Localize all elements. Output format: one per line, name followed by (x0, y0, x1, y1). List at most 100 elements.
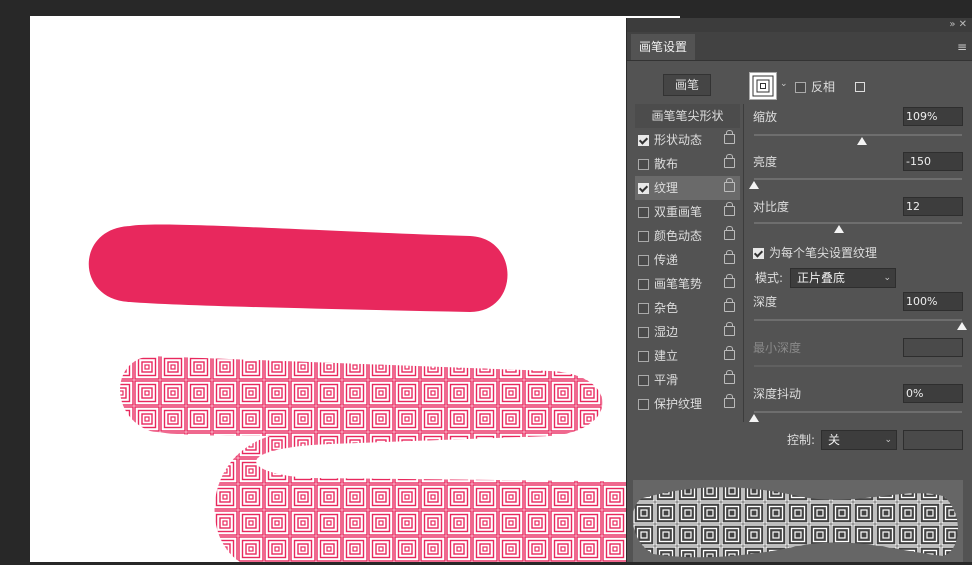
panel-menu-icon[interactable]: ≡ (957, 40, 967, 54)
lock-icon[interactable] (724, 346, 735, 360)
brightness-slider-track[interactable] (754, 178, 962, 180)
option-row[interactable]: 建立 (635, 344, 740, 368)
depth-slider-track[interactable] (754, 319, 962, 321)
scale-slider-thumb[interactable] (857, 137, 868, 145)
option-checkbox[interactable] (638, 255, 649, 266)
option-checkbox[interactable] (638, 399, 649, 410)
option-row[interactable]: 画笔笔势 (635, 272, 740, 296)
panel-collapse-close-icons[interactable]: » ✕ (949, 18, 967, 32)
option-row[interactable]: 颜色动态 (635, 224, 740, 248)
solid-brush-stroke (88, 224, 508, 312)
texture-pattern-icon (752, 75, 774, 97)
brightness-field[interactable]: -150 (903, 152, 963, 171)
lock-icon[interactable] (724, 202, 735, 216)
control-extra-field (903, 430, 963, 450)
depth-jitter-slider-track[interactable] (754, 411, 962, 413)
option-checkbox[interactable] (638, 303, 649, 314)
new-preset-icon[interactable] (855, 82, 865, 92)
lock-icon[interactable] (724, 130, 735, 144)
min-depth-field (903, 338, 963, 357)
textured-brush-stroke (120, 356, 680, 562)
option-checkbox[interactable] (638, 135, 649, 146)
option-row[interactable]: 杂色 (635, 296, 740, 320)
lock-icon[interactable] (724, 370, 735, 384)
texture-swatch[interactable] (749, 72, 777, 100)
texture-picker-chevron-icon[interactable]: ⌄ (780, 79, 788, 89)
option-checkbox[interactable] (638, 231, 649, 242)
contrast-field[interactable]: 12 (903, 197, 963, 216)
scale-label: 缩放 (753, 110, 778, 124)
option-checkbox[interactable] (638, 183, 649, 194)
option-label: 建立 (654, 349, 679, 363)
scale-slider-track[interactable] (754, 134, 962, 136)
depth-jitter-field[interactable]: 0% (903, 384, 963, 403)
document-canvas[interactable] (30, 16, 680, 562)
option-label: 形状动态 (654, 133, 703, 147)
brush-settings-panel: » ✕ 画笔设置 ≡ 画笔 ⌄ 反相 画笔笔尖形状 形状动态散布纹理双重画笔颜色… (626, 18, 972, 562)
texture-each-tip-checkbox[interactable] (753, 248, 764, 259)
min-depth-slider-track (754, 365, 962, 367)
tab-brush-settings[interactable]: 画笔设置 (631, 34, 696, 60)
scale-field[interactable]: 109% (903, 107, 963, 126)
panel-titlebar: » ✕ (627, 18, 972, 32)
option-checkbox[interactable] (638, 375, 649, 386)
panel-tabbar: 画笔设置 ≡ (627, 32, 972, 61)
lock-icon[interactable] (724, 226, 735, 240)
option-checkbox[interactable] (638, 327, 649, 338)
option-label: 散布 (654, 157, 679, 171)
invert-checkbox[interactable] (795, 82, 806, 93)
control-chevron-icon: ⌄ (884, 435, 892, 445)
option-label: 双重画笔 (654, 205, 703, 219)
lock-icon[interactable] (724, 322, 735, 336)
option-checkbox[interactable] (638, 207, 649, 218)
option-row[interactable]: 纹理 (635, 176, 740, 200)
min-depth-label: 最小深度 (753, 341, 802, 355)
mode-chevron-icon: ⌄ (883, 273, 891, 283)
option-label: 画笔笔势 (654, 277, 703, 291)
preview-stroke-graphic (632, 487, 958, 558)
canvas-artwork (88, 224, 680, 562)
brushes-button[interactable]: 画笔 (663, 74, 711, 96)
depth-label: 深度 (753, 295, 778, 309)
depth-field[interactable]: 100% (903, 292, 963, 311)
divider (743, 104, 744, 422)
option-label: 传递 (654, 253, 679, 267)
option-label: 保护纹理 (654, 397, 703, 411)
option-row[interactable]: 保护纹理 (635, 392, 740, 416)
option-row[interactable]: 形状动态 (635, 128, 740, 152)
option-checkbox[interactable] (638, 351, 649, 362)
option-label: 颜色动态 (654, 229, 703, 243)
option-row[interactable]: 平滑 (635, 368, 740, 392)
depth-slider-thumb[interactable] (957, 322, 967, 330)
lock-icon[interactable] (724, 178, 735, 192)
contrast-slider-thumb[interactable] (834, 225, 845, 233)
mode-select[interactable]: 正片叠底 ⌄ (790, 268, 896, 288)
option-label: 平滑 (654, 373, 679, 387)
option-label: 湿边 (654, 325, 679, 339)
tip-shape-heading[interactable]: 画笔笔尖形状 (635, 104, 740, 128)
lock-icon[interactable] (724, 154, 735, 168)
depth-jitter-slider-thumb[interactable] (749, 414, 759, 422)
lock-icon[interactable] (724, 394, 735, 408)
texture-each-tip-label: 为每个笔尖设置纹理 (769, 246, 878, 260)
depth-jitter-label: 深度抖动 (753, 387, 802, 401)
lock-icon[interactable] (724, 274, 735, 288)
option-label: 纹理 (654, 181, 679, 195)
option-row[interactable]: 散布 (635, 152, 740, 176)
brush-options-list: 画笔笔尖形状 形状动态散布纹理双重画笔颜色动态传递画笔笔势杂色湿边建立平滑保护纹… (635, 104, 740, 416)
lock-icon[interactable] (724, 298, 735, 312)
lock-icon[interactable] (724, 250, 735, 264)
contrast-label: 对比度 (753, 200, 790, 214)
control-select[interactable]: 关 ⌄ (821, 430, 897, 450)
option-row[interactable]: 传递 (635, 248, 740, 272)
brightness-slider-thumb[interactable] (749, 181, 759, 189)
invert-label: 反相 (811, 80, 836, 94)
option-checkbox[interactable] (638, 279, 649, 290)
option-row[interactable]: 双重画笔 (635, 200, 740, 224)
brush-stroke-preview (632, 480, 963, 562)
mode-label: 模式: (755, 271, 784, 285)
brightness-label: 亮度 (753, 155, 778, 169)
option-checkbox[interactable] (638, 159, 649, 170)
option-row[interactable]: 湿边 (635, 320, 740, 344)
contrast-slider-track[interactable] (754, 222, 962, 224)
